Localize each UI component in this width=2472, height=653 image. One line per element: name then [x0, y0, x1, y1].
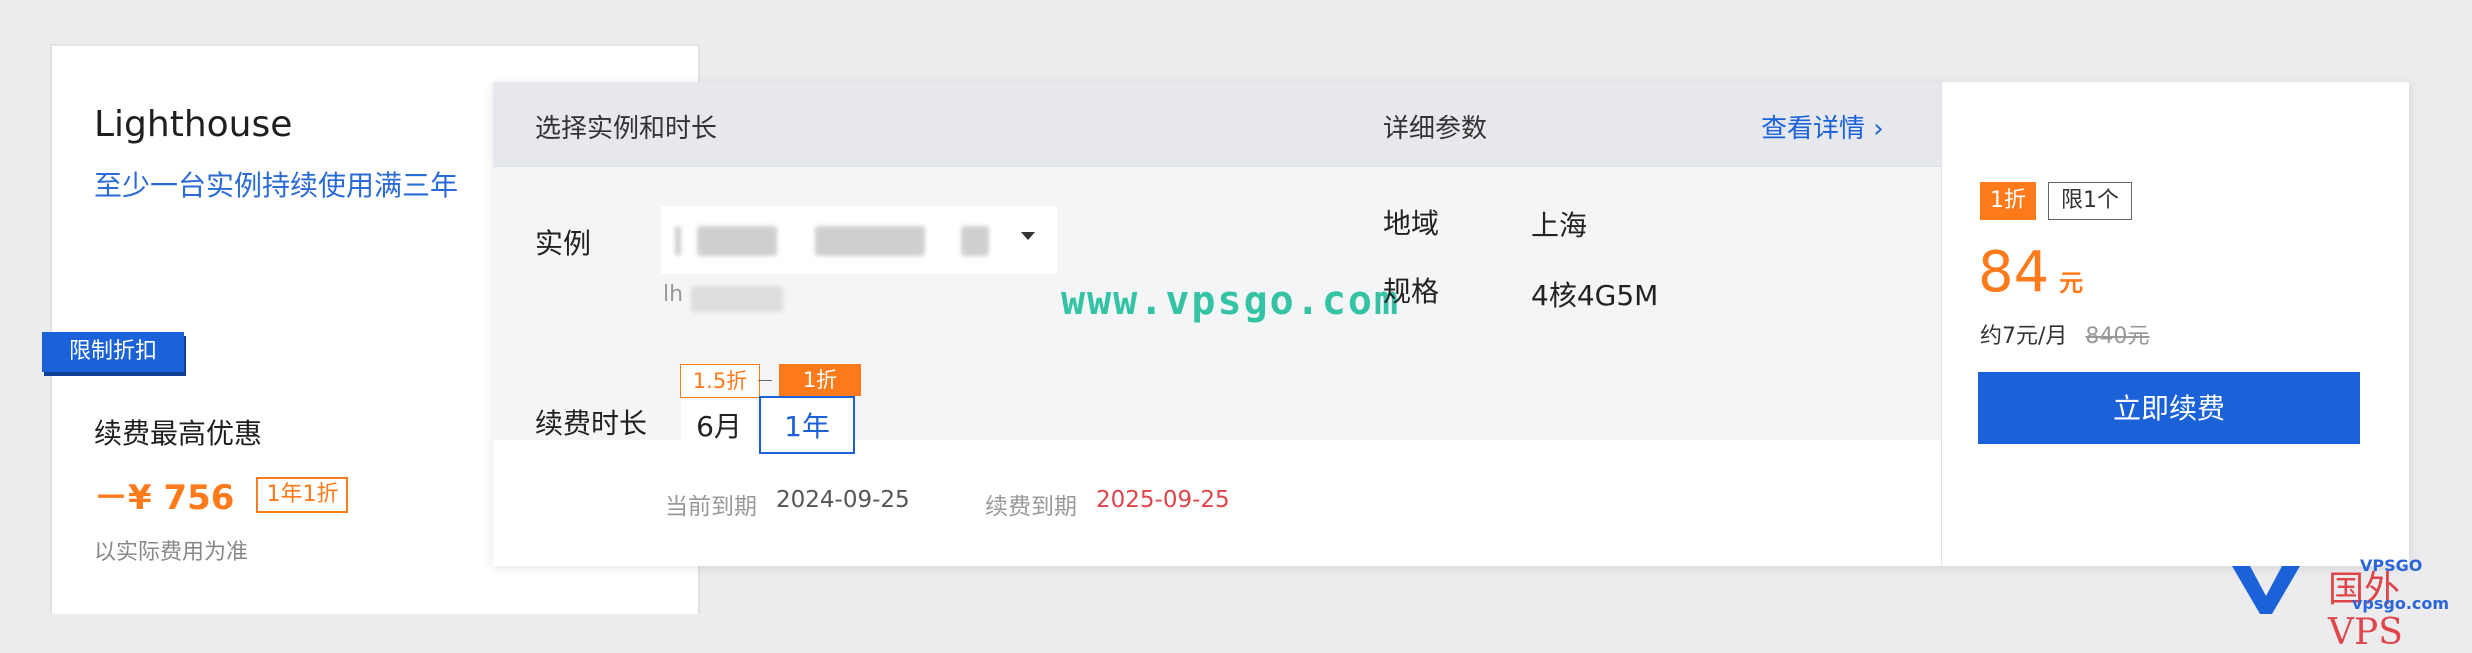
price-note: 以实际费用为准	[94, 540, 249, 565]
saving-tag: 1年1折	[256, 476, 349, 513]
badge-connector	[758, 380, 772, 381]
price-column: 1折 限1个 84 元 约7元/月 840元 立即续费	[1941, 82, 2410, 566]
current-expiry-date: 2024-09-25	[776, 487, 910, 513]
discount-badge-6m: 1.5折	[680, 364, 760, 398]
current-expiry-label: 当前到期	[665, 494, 757, 520]
spec-key: 规格	[1383, 275, 1440, 308]
saving-amount: －¥ 756	[94, 478, 235, 518]
region-key: 地域	[1383, 207, 1440, 240]
discount-badge-1y: 1折	[779, 364, 861, 396]
monthly-price-row: 约7元/月 840元	[1980, 318, 2149, 350]
renew-expiry-label: 续费到期	[985, 494, 1077, 520]
site-watermark: www.vpsgo.com	[1061, 278, 1401, 324]
panel-header: 选择实例和时长 详细参数 查看详情 ›	[493, 82, 1941, 167]
monthly-price: 约7元/月	[1980, 324, 2068, 349]
spec-value: 4核4G5M	[1531, 279, 1659, 312]
discount-badge: 1折	[1980, 182, 2036, 220]
promo-condition: 至少一台实例持续使用满三年	[94, 169, 459, 202]
renew-expiry-date: 2025-09-25	[1096, 487, 1230, 513]
duration-option-1y[interactable]: 1年	[759, 396, 855, 454]
original-price: 840元	[2085, 324, 2150, 349]
instance-id: lh	[663, 282, 684, 307]
params-heading: 详细参数	[1383, 114, 1488, 144]
limited-discount-badge: 限制折扣	[42, 332, 184, 372]
instance-label: 实例	[535, 227, 592, 260]
price-display: 84 元	[1978, 240, 2083, 305]
renew-now-button[interactable]: 立即续费	[1978, 372, 2360, 444]
saving-row: －¥ 756 1年1折	[94, 470, 349, 519]
limit-badge: 限1个	[2048, 182, 2132, 220]
renewal-panel: 选择实例和时长 详细参数 查看详情 › 实例 lh www.vpsgo.com …	[493, 82, 2409, 566]
masked-text	[815, 226, 925, 256]
view-details-link[interactable]: 查看详情 ›	[1761, 108, 1884, 145]
promo-title: 续费最高优惠	[94, 417, 263, 450]
masked-text	[961, 226, 989, 256]
select-instance-heading: 选择实例和时长	[535, 114, 718, 144]
masked-text	[691, 286, 783, 312]
site-logo: VPSGO 国外VPS vpsgo.com	[2232, 556, 2472, 653]
masked-text	[697, 226, 777, 256]
logo-url-text: vpsgo.com	[2352, 594, 2450, 613]
duration-option-6m[interactable]: 6月	[681, 400, 757, 454]
product-title: Lighthouse	[94, 104, 293, 145]
price-amount: 84	[1978, 240, 2050, 305]
masked-text	[675, 226, 681, 256]
price-unit: 元	[2059, 269, 2084, 297]
instance-select[interactable]	[661, 206, 1057, 274]
chevron-down-icon	[1021, 232, 1035, 240]
region-value: 上海	[1531, 209, 1588, 242]
duration-label: 续费时长	[535, 407, 648, 440]
